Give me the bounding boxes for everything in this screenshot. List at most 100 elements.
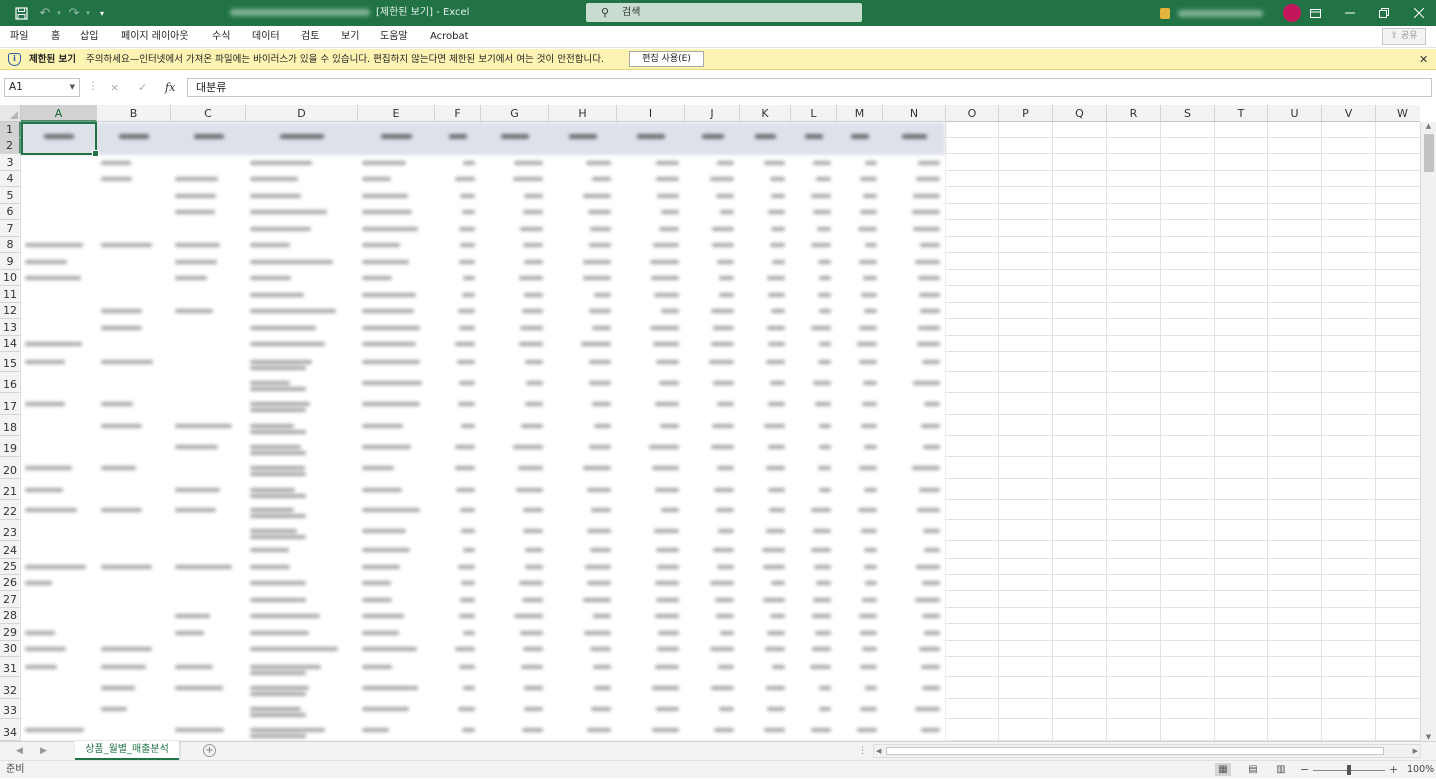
column-header-h[interactable]: H <box>549 105 617 122</box>
column-header-g[interactable]: G <box>481 105 549 122</box>
row-header-34[interactable]: 34 <box>0 719 21 741</box>
row-header-10[interactable]: 10 <box>0 270 21 286</box>
search-input[interactable]: ⚲ 검색 <box>586 3 862 22</box>
redo-icon[interactable]: ↷ <box>65 0 83 26</box>
column-header-n[interactable]: N <box>883 105 946 122</box>
column-header-r[interactable]: R <box>1107 105 1161 122</box>
enable-editing-button[interactable]: 편집 사용(E) <box>629 51 704 67</box>
formula-bar-grip-icon[interactable]: ⋮ <box>88 81 98 92</box>
customize-toolbar-icon[interactable]: ▾ <box>96 0 108 26</box>
row-header-12[interactable]: 12 <box>0 303 21 319</box>
column-header-q[interactable]: Q <box>1053 105 1107 122</box>
sensitivity-icon[interactable] <box>1160 7 1170 19</box>
cancel-icon[interactable]: × <box>110 78 119 97</box>
column-header-a[interactable]: A <box>21 105 97 122</box>
row-header-31[interactable]: 31 <box>0 657 21 677</box>
tab-data[interactable]: 데이터 <box>252 26 280 48</box>
row-header-24[interactable]: 24 <box>0 541 21 559</box>
normal-view-icon[interactable]: ▦ <box>1215 763 1231 776</box>
row-header-6[interactable]: 6 <box>0 204 21 220</box>
row-header-1[interactable]: 1 <box>0 122 21 138</box>
column-header-t[interactable]: T <box>1215 105 1268 122</box>
row-header-32[interactable]: 32 <box>0 677 21 699</box>
row-header-27[interactable]: 27 <box>0 591 21 608</box>
restore-icon[interactable] <box>1367 0 1401 26</box>
tab-help[interactable]: 도움말 <box>380 26 408 48</box>
row-header-20[interactable]: 20 <box>0 457 21 479</box>
account-area[interactable] <box>1160 4 1301 22</box>
row-header-30[interactable]: 30 <box>0 641 21 657</box>
row-header-21[interactable]: 21 <box>0 479 21 500</box>
row-header-2[interactable]: 2 <box>0 138 21 154</box>
column-header-p[interactable]: P <box>999 105 1053 122</box>
tab-file[interactable]: 파일 <box>10 26 28 48</box>
row-header-25[interactable]: 25 <box>0 559 21 575</box>
column-header-w[interactable]: W <box>1376 105 1420 122</box>
tab-acrobat[interactable]: Acrobat <box>430 26 469 48</box>
row-header-14[interactable]: 14 <box>0 336 21 352</box>
scroll-left-icon[interactable]: ◀ <box>876 745 881 757</box>
page-layout-view-icon[interactable]: ▤ <box>1245 763 1261 776</box>
share-button[interactable]: ⇪ 공유 <box>1382 28 1426 45</box>
row-header-13[interactable]: 13 <box>0 319 21 336</box>
row-header-17[interactable]: 17 <box>0 393 21 415</box>
scroll-right-icon[interactable]: ▶ <box>1413 745 1418 757</box>
close-message-icon[interactable]: ✕ <box>1419 49 1428 70</box>
formula-input[interactable]: 대분류 <box>187 78 1432 97</box>
enter-icon[interactable]: ✓ <box>138 78 147 97</box>
row-header-19[interactable]: 19 <box>0 436 21 457</box>
vertical-scroll-thumb[interactable] <box>1424 134 1434 172</box>
scroll-down-icon[interactable]: ▼ <box>1421 733 1436 741</box>
zoom-slider[interactable] <box>1313 765 1385 775</box>
column-header-f[interactable]: F <box>435 105 481 122</box>
row-header-11[interactable]: 11 <box>0 286 21 303</box>
tab-formulas[interactable]: 수식 <box>212 26 230 48</box>
column-header-u[interactable]: U <box>1268 105 1322 122</box>
row-header-18[interactable]: 18 <box>0 415 21 436</box>
column-header-m[interactable]: M <box>837 105 883 122</box>
row-header-26[interactable]: 26 <box>0 575 21 591</box>
column-header-c[interactable]: C <box>171 105 246 122</box>
prev-sheet-icon[interactable]: ◀ <box>16 742 23 760</box>
column-header-k[interactable]: K <box>740 105 791 122</box>
row-header-4[interactable]: 4 <box>0 171 21 187</box>
tab-insert[interactable]: 삽입 <box>80 26 98 48</box>
ribbon-display-options-icon[interactable] <box>1298 0 1332 26</box>
minimize-icon[interactable] <box>1333 0 1367 26</box>
row-header-16[interactable]: 16 <box>0 372 21 393</box>
horizontal-scroll-thumb[interactable] <box>886 747 1384 755</box>
column-header-e[interactable]: E <box>358 105 435 122</box>
tab-review[interactable]: 검토 <box>301 26 319 48</box>
column-header-b[interactable]: B <box>97 105 171 122</box>
row-header-33[interactable]: 33 <box>0 699 21 719</box>
column-header-j[interactable]: J <box>685 105 740 122</box>
column-header-l[interactable]: L <box>791 105 837 122</box>
row-header-29[interactable]: 29 <box>0 624 21 641</box>
chevron-down-icon[interactable]: ▼ <box>70 79 75 96</box>
row-header-15[interactable]: 15 <box>0 352 21 372</box>
select-all-button[interactable] <box>0 105 21 122</box>
column-header-i[interactable]: I <box>617 105 685 122</box>
row-header-28[interactable]: 28 <box>0 608 21 624</box>
row-header-8[interactable]: 8 <box>0 237 21 253</box>
column-header-d[interactable]: D <box>246 105 358 122</box>
row-header-22[interactable]: 22 <box>0 500 21 520</box>
insert-function-icon[interactable]: fx <box>165 78 175 97</box>
cells-area[interactable] <box>21 122 1420 741</box>
row-header-9[interactable]: 9 <box>0 253 21 270</box>
add-sheet-icon[interactable]: + <box>203 744 216 757</box>
page-break-view-icon[interactable]: ▥ <box>1273 763 1289 776</box>
worksheet-grid[interactable]: ABCDEFGHIJKLMNOPQRSTUVW 1 2 3 4 5 6 7 8 9 10 11 12 1… <box>0 105 1420 741</box>
tab-page-layout[interactable]: 페이지 레이아웃 <box>121 26 189 48</box>
tab-home[interactable]: 홈 <box>51 26 60 48</box>
save-icon[interactable] <box>10 0 32 26</box>
column-header-s[interactable]: S <box>1161 105 1215 122</box>
vertical-scrollbar[interactable]: ▲ ▼ <box>1420 122 1436 741</box>
zoom-out-icon[interactable]: − <box>1300 761 1309 779</box>
column-header-o[interactable]: O <box>946 105 999 122</box>
horizontal-scrollbar[interactable]: ◀ ▶ <box>873 744 1421 758</box>
undo-icon[interactable]: ↶ <box>36 0 54 26</box>
name-box[interactable]: A1 ▼ <box>4 78 80 97</box>
sheet-tab-active[interactable]: 상품_월별_매출분석 <box>75 741 179 760</box>
close-icon[interactable] <box>1402 0 1436 26</box>
